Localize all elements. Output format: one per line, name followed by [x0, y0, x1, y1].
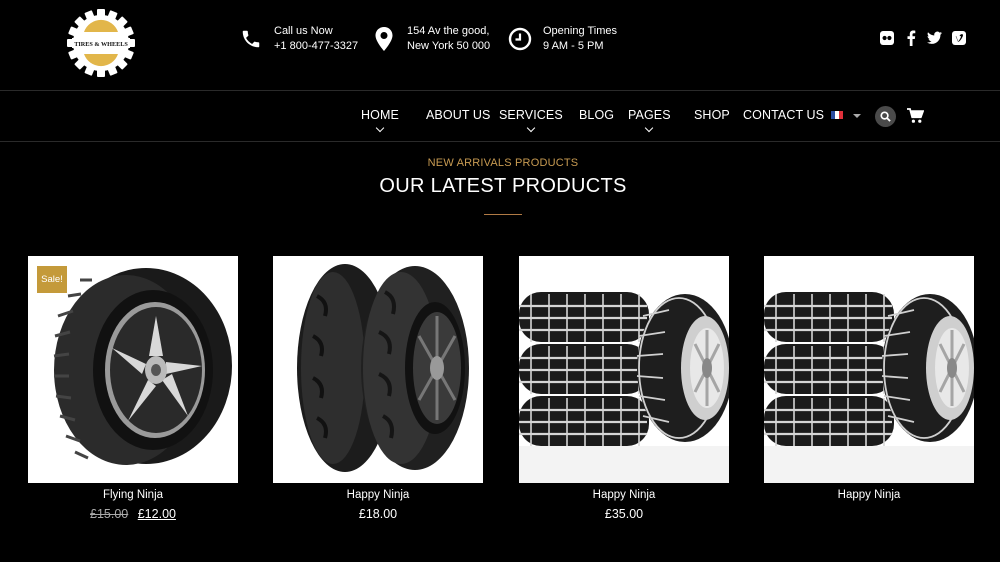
nav-item-blog[interactable]: BLOG [579, 108, 614, 122]
phone-label: Call us Now [274, 25, 333, 37]
old-price: £15.00 [90, 507, 129, 521]
product-card: Happy Ninja [764, 256, 974, 501]
nav-divider [0, 141, 1000, 142]
nav-label-contact-us: CONTACT US [743, 108, 825, 122]
hours-label: Opening Times [543, 25, 617, 37]
product-image[interactable] [764, 256, 974, 483]
hours-value: 9 AM - 5 PM [543, 40, 604, 52]
nav-item-shop[interactable]: SHOP [694, 108, 730, 122]
nav-label-shop: SHOP [694, 108, 730, 122]
language-dropdown-caret-icon[interactable] [853, 114, 861, 118]
product-price: £35.00 [519, 507, 729, 521]
product-price: £18.00 [273, 507, 483, 521]
twitter-icon[interactable] [927, 30, 942, 46]
facebook-icon[interactable] [903, 30, 918, 46]
product-name[interactable]: Flying Ninja [28, 489, 238, 501]
nav-label-home: HOME [361, 108, 399, 122]
sale-badge: Sale! [37, 266, 67, 293]
flickr-icon[interactable] [879, 30, 894, 46]
phone-info[interactable]: Call us Now +1 800-477-3327 [238, 24, 358, 54]
product-name[interactable]: Happy Ninja [273, 489, 483, 501]
nav-label-services: SERVICES [499, 108, 563, 122]
address-line-1: 154 Av the good, [407, 25, 490, 37]
product-card: Happy Ninja £18.00 [273, 256, 483, 521]
nav-item-pages[interactable]: PAGES [628, 108, 671, 133]
clock-icon [507, 26, 533, 52]
nav-label-pages: PAGES [628, 108, 671, 122]
product-card: Happy Ninja £35.00 [519, 256, 729, 521]
sale-price: £12.00 [137, 507, 176, 521]
winter-tires-stack-icon [519, 292, 729, 483]
chevron-down-icon [526, 123, 536, 133]
social-links [879, 30, 966, 46]
hours-info: Opening Times 9 AM - 5 PM [507, 24, 617, 54]
vimeo-icon[interactable] [951, 30, 966, 46]
product-image[interactable] [519, 256, 729, 483]
nav-label-blog: BLOG [579, 108, 615, 122]
motorcycle-tires-icon [297, 264, 469, 472]
map-pin-icon [371, 26, 397, 52]
cart-icon[interactable] [907, 108, 925, 124]
product-card: Sale! Flying Ninja £15.00 £12.00 [28, 256, 238, 521]
logo-text: TIRES & WHEELS [74, 41, 128, 48]
title-accent-line [484, 214, 522, 215]
product-image[interactable] [273, 256, 483, 483]
chevron-down-icon [375, 123, 385, 133]
winter-tires-stack-icon [764, 292, 974, 483]
phone-icon [238, 26, 264, 52]
top-bar: TIRES & WHEELS Call us Now +1 800-477-33… [0, 0, 1000, 90]
nav-item-home[interactable]: HOME [361, 108, 399, 133]
nav-item-about-us[interactable]: ABOUT US [426, 108, 490, 122]
product-price: £15.00 £12.00 [28, 507, 238, 521]
nav-label-about-us: ABOUT US [426, 108, 491, 122]
site-logo[interactable]: TIRES & WHEELS [64, 6, 138, 80]
address-info: 154 Av the good, New York 50 000 [371, 24, 490, 54]
price: £35.00 [604, 507, 644, 521]
chevron-down-icon [645, 123, 654, 133]
address-line-2: New York 50 000 [407, 40, 491, 52]
main-nav: HOME ABOUT US SERVICES BLOG PAGES SHOP C… [0, 91, 1000, 141]
price: £18.00 [358, 507, 398, 521]
product-name[interactable]: Happy Ninja [764, 489, 974, 501]
search-button[interactable] [875, 106, 896, 127]
nav-item-services[interactable]: SERVICES [499, 108, 563, 133]
section-title: OUR LATEST PRODUCTS [379, 175, 627, 197]
product-image[interactable]: Sale! [28, 256, 238, 483]
search-icon [880, 111, 891, 122]
phone-number[interactable]: +1 800-477-3327 [274, 39, 358, 54]
nav-item-contact-us[interactable]: CONTACT US [743, 108, 824, 122]
french-flag-icon[interactable] [831, 111, 843, 119]
section-eyebrow: NEW ARRIVALS PRODUCTS [427, 157, 579, 169]
product-name[interactable]: Happy Ninja [519, 489, 729, 501]
